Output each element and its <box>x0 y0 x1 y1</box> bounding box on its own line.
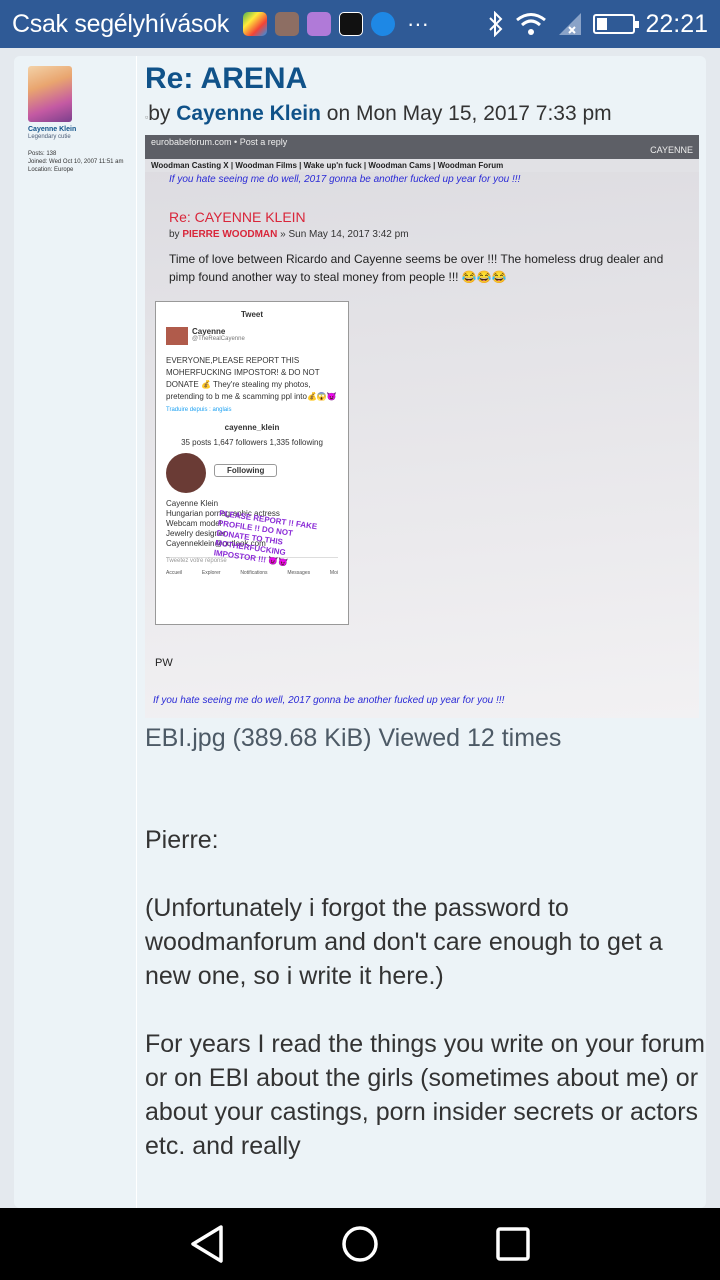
tweet-profile-stats: 35 posts 1,647 followers 1,335 following <box>181 438 323 447</box>
screenshot-top-right: CAYENNE <box>650 145 693 155</box>
play-games-icon <box>242 12 267 36</box>
post-content: Pierre: (Unfortunately i forgot the pass… <box>145 823 706 1163</box>
post-body: Re: ARENA ▫by Cayenne Klein on Mon May 1… <box>136 56 706 1208</box>
post-title[interactable]: Re: ARENA <box>145 62 706 96</box>
post-date: on Mon May 15, 2017 7:33 pm <box>326 102 612 125</box>
screenshot-bottom-banner: If you hate seeing me do well, 2017 gonn… <box>153 695 505 706</box>
profile-joined: Joined: Wed Oct 10, 2007 11:51 am <box>28 159 124 165</box>
attachment-caption[interactable]: EBI.jpg (389.68 KiB) Viewed 12 times <box>145 724 706 753</box>
profile-posts[interactable]: Posts: 138 <box>28 150 136 158</box>
news-icon <box>274 12 299 36</box>
tweet-tab: Explorer <box>201 570 221 576</box>
screenshot-banner: If you hate seeing me do well, 2017 gonn… <box>169 174 521 185</box>
content-paragraph: Pierre: <box>145 826 219 854</box>
messenger-icon <box>370 12 395 36</box>
more-dots-icon: ··· <box>406 11 429 36</box>
screenshot-post-date: » Sun May 14, 2017 3:42 pm <box>280 229 409 240</box>
back-button[interactable] <box>177 1214 237 1274</box>
bluetooth-icon <box>489 11 503 37</box>
profile-name[interactable]: Cayenne Klein <box>28 126 136 133</box>
status-bar: Csak segélyhívások ··· 22:21 <box>0 0 720 48</box>
recents-button[interactable] <box>483 1214 543 1274</box>
home-button[interactable] <box>330 1214 390 1274</box>
content-paragraph: (Unfortunately i forgot the password to … <box>145 894 663 990</box>
tweet-text: EVERYONE,PLEASE REPORT THIS MOHERFUCKING… <box>166 356 337 401</box>
screenshot-post-meta: by PIERRE WOODMAN » Sun May 14, 2017 3:4… <box>169 229 699 240</box>
tweet-tab: Notifications <box>240 570 268 576</box>
by-label: by <box>148 102 171 125</box>
notification-icons: ··· <box>242 11 429 37</box>
back-icon <box>190 1225 223 1263</box>
screenshot-post-title: Re: CAYENNE KLEIN <box>169 209 306 225</box>
battery-fill <box>597 18 608 30</box>
tweet-profile-pic <box>166 453 206 493</box>
screenshot-post-author: PIERRE WOODMAN <box>182 229 278 240</box>
tweet-header: Tweet <box>240 310 264 319</box>
wifi-icon <box>516 13 547 35</box>
tweet-tab: Accueil <box>166 570 183 576</box>
content-paragraph: For years I read the things you write on… <box>145 1030 705 1160</box>
tweet-translate: Traduire depuis : anglais <box>166 407 232 413</box>
profile-location: Location: Europe <box>28 167 74 173</box>
embedded-tweet-screenshot: Tweet Cayenne @TheRealCayenne EVERYONE,P… <box>155 301 349 625</box>
carrier-label: Csak segélyhívások <box>12 9 229 38</box>
screenshot-pw-label: PW <box>155 657 173 669</box>
signal-icon <box>559 13 582 35</box>
gallery-icon <box>306 12 331 36</box>
tweet-avatar <box>166 327 188 345</box>
post-author[interactable]: Cayenne Klein <box>176 102 321 125</box>
home-icon <box>342 1226 378 1262</box>
screenshot-nav: Woodman Casting X | Woodman Films | Wake… <box>145 159 699 172</box>
tweet-tab: Moi <box>329 570 338 576</box>
attachment-image[interactable]: eurobabeforum.com • Post a reply CAYENNE… <box>145 135 699 718</box>
tweet-user-handle: @TheRealCayenne <box>192 336 245 342</box>
screenshot-url: eurobabeforum.com • Post a reply <box>151 137 288 147</box>
post-author-line: ▫by Cayenne Klein on Mon May 15, 2017 7:… <box>145 100 706 131</box>
screenshot-top-bar: eurobabeforum.com • Post a reply CAYENNE <box>145 135 699 159</box>
screenshot-by: by <box>169 229 180 240</box>
profile-stats: Posts: 138 Joined: Wed Oct 10, 2007 11:5… <box>28 150 136 174</box>
recents-icon <box>496 1227 531 1261</box>
system-nav-bar <box>0 1208 720 1280</box>
clock: 22:21 <box>645 9 708 38</box>
post-profile: Cayenne Klein Legendary cutie Posts: 138… <box>14 56 136 174</box>
battery-icon <box>593 14 640 34</box>
forum-page[interactable]: Cayenne Klein Legendary cutie Posts: 138… <box>0 48 720 1208</box>
tweet-user-name: Cayenne <box>192 327 226 336</box>
screenshot-post-text: Time of love between Ricardo and Cayenne… <box>169 252 664 284</box>
forum-post: Cayenne Klein Legendary cutie Posts: 138… <box>14 56 706 1208</box>
upwork-icon <box>338 12 363 36</box>
tweet-user: Cayenne @TheRealCayenne <box>166 327 338 345</box>
profile-rank: Legendary cutie <box>28 134 71 140</box>
avatar[interactable] <box>28 66 72 122</box>
tweet-following-button: Following <box>214 463 278 477</box>
tweet-profile-handle: cayenne_klein <box>224 423 280 432</box>
